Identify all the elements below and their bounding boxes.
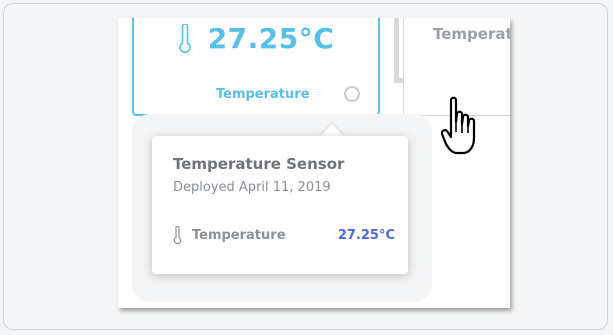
thermometer-icon [178,23,191,53]
tooltip-subtitle: Deployed April 11, 2019 [173,180,331,195]
tooltip-reading-label: Temperature [192,227,286,243]
info-circle-icon[interactable] [344,86,360,102]
temperature-value: 27.25°C [207,22,335,55]
hand-pointer-cursor-icon [441,96,476,155]
temperature-value-row: 27.25°C [134,22,378,55]
sensor-tooltip: Temperature Sensor Deployed April 11, 20… [152,136,408,274]
connector-bar [394,18,399,82]
temperature-card[interactable]: 27.25°C Temperature [132,18,380,116]
tooltip-reading-row: Temperature 27.25°C [173,226,395,244]
tooltip-reading-value: 27.25°C [337,227,395,243]
dashboard-viewport: 27.25°C Temperature Temperature Temperat… [118,18,510,308]
tooltip-pointer [320,124,344,136]
temperature-card-label: Temperature [216,87,310,102]
second-card-title: Temperature [433,25,510,43]
tooltip-title: Temperature Sensor [173,155,345,173]
thermometer-icon [173,226,182,244]
